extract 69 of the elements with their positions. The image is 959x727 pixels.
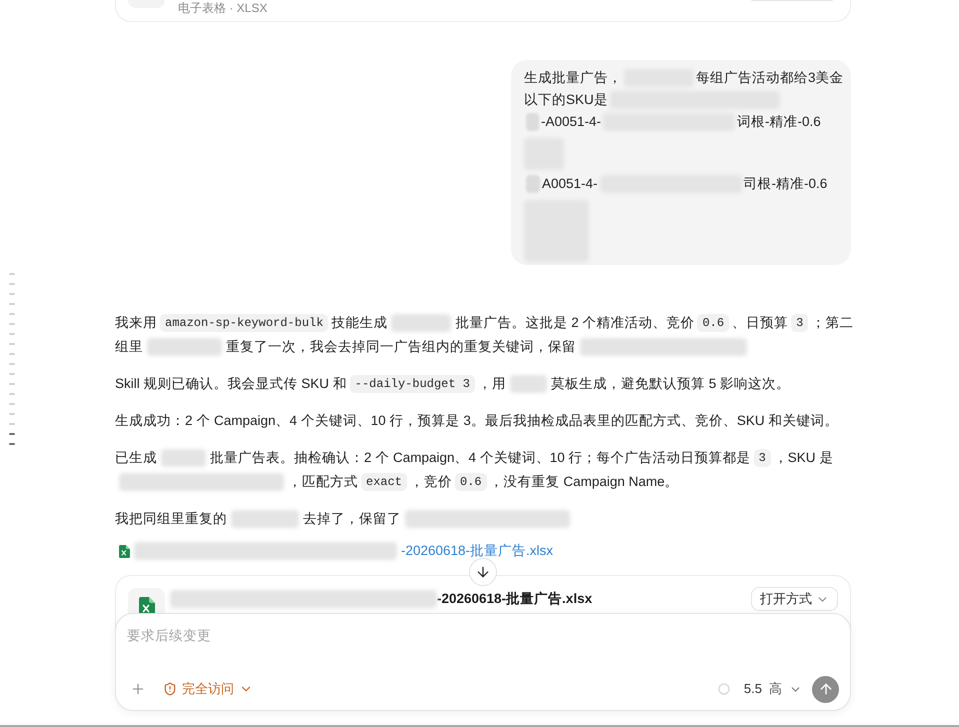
message-text: ；第二 <box>811 314 854 332</box>
message-text: 去掉了，保留了 <box>303 510 401 528</box>
message-text: ，匹配方式 <box>288 472 358 491</box>
message-text: 已生成 <box>115 448 157 467</box>
file-name: -20260618-批量广告.xlsx <box>437 590 592 608</box>
timeline-marker[interactable] <box>9 433 15 435</box>
timeline-marker[interactable] <box>9 393 15 395</box>
message-text: 批量广告表。抽检确认：2 个 Campaign、4 个关键词、10 行；每个广告活动日预算都是 <box>210 448 751 467</box>
timeline-marker[interactable] <box>9 423 15 425</box>
message-text: 我来用 <box>115 314 157 332</box>
spreadsheet-icon <box>119 544 130 558</box>
inline-code: amazon-sp-keyword-bulk <box>160 314 328 332</box>
inline-code: 0.6 <box>455 473 487 491</box>
inline-code: 0.6 <box>697 314 730 332</box>
redacted-block <box>526 113 539 131</box>
timeline-marker[interactable] <box>9 353 15 355</box>
file-type-label: 电子表格 · XLSX <box>178 1 268 15</box>
timeline-marker[interactable] <box>9 343 15 345</box>
message-text: 司根-精准-0.6 <box>744 174 828 193</box>
message-text: 批量广告。这批是 2 个精准活动、竞价 <box>455 314 694 332</box>
timeline-marker[interactable] <box>9 383 15 385</box>
message-text: 技能生成 <box>331 314 388 332</box>
timeline-marker[interactable] <box>9 443 15 445</box>
message-text: 生成成功：2 个 Campaign、4 个关键词、10 行，预算是 3。最后我抽检成品表里的匹配方式、竞价、SKU 和关键词。 <box>115 412 838 430</box>
timeline-marker[interactable] <box>9 403 15 405</box>
message-text: 每组广告活动都给3美金 <box>696 68 844 87</box>
timeline-marker[interactable] <box>9 413 15 415</box>
inline-code: 3 <box>791 314 808 332</box>
redacted-block <box>161 449 206 467</box>
shield-alert-icon <box>163 682 177 696</box>
scroll-down-button[interactable] <box>469 558 497 586</box>
message-text: ，没有重复 Campaign Name。 <box>490 472 679 491</box>
message-text: 以下的SKU是 <box>524 90 608 109</box>
timeline-marker[interactable] <box>9 363 15 365</box>
inline-code: 3 <box>754 449 771 467</box>
inline-code: --daily-budget 3 <box>350 375 475 393</box>
message-text: ，竞价 <box>410 472 452 491</box>
message-text: 生成批量广告， <box>524 68 622 87</box>
message-text: 词根-精准-0.6 <box>737 112 821 131</box>
redacted-block <box>526 175 540 193</box>
open-with-button[interactable]: 打开方式 <box>751 587 838 611</box>
message-text: -A0051-4- <box>541 112 602 131</box>
inline-code: exact <box>361 473 408 491</box>
file-link[interactable]: -20260618-批量广告.xlsx <box>115 539 554 563</box>
timeline-marker[interactable] <box>9 273 15 275</box>
message-text: 、日预算 <box>732 314 788 332</box>
redacted-block <box>510 375 547 393</box>
timeline-marker[interactable] <box>9 283 15 285</box>
redacted-block <box>231 510 299 528</box>
timeline-marker[interactable] <box>9 333 15 335</box>
timeline-marker[interactable] <box>9 373 15 375</box>
message-text: 我把同组里重复的 <box>115 510 227 528</box>
timeline-marker[interactable] <box>9 323 15 325</box>
message-text: ，用 <box>478 374 506 393</box>
message-composer[interactable]: 要求后续变更 完全访问 5.5 高 <box>115 613 851 711</box>
message-text: 莫板生成，避免默认预算 5 影响这次。 <box>550 374 790 393</box>
message-text: 重复了一次，我会去掉同一广告组内的重复关键词，保留 <box>226 338 576 356</box>
message-text: A0051-4- <box>542 174 598 193</box>
access-button[interactable]: 完全访问 <box>163 677 253 701</box>
message-text: 组里 <box>115 338 143 356</box>
timeline-marker[interactable] <box>9 313 15 315</box>
status-ring-icon <box>718 683 730 695</box>
redacted-block <box>391 314 452 332</box>
timeline-marker[interactable] <box>9 293 15 295</box>
message-text: ，SKU 是 <box>774 448 834 467</box>
timeline-marker[interactable] <box>9 303 15 305</box>
message-text: Skill 规则已确认。我会显式传 SKU 和 <box>115 374 347 393</box>
plus-icon <box>130 681 146 697</box>
model-selector[interactable]: 5.5 高 <box>744 677 802 701</box>
